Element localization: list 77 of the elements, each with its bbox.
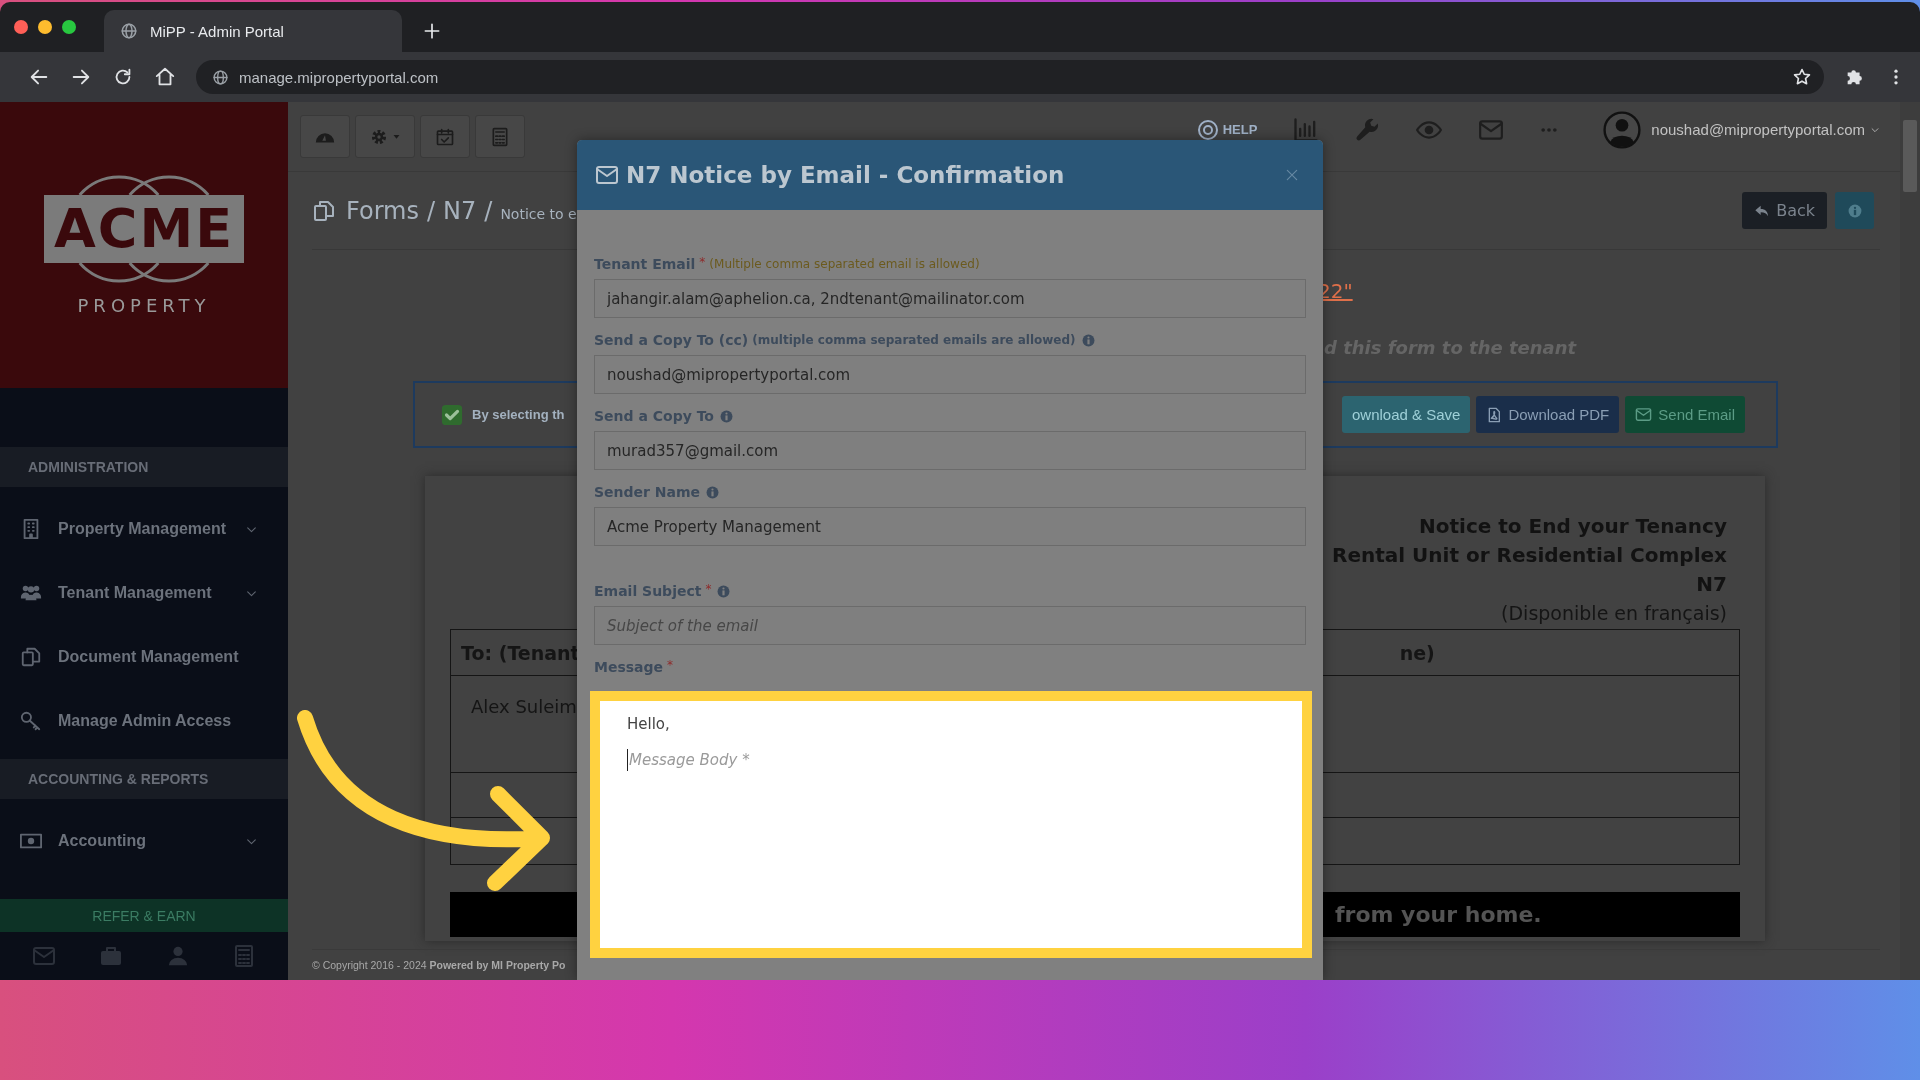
info-icon [1847,203,1862,218]
field-label: Sender Name [594,484,701,500]
message-placeholder: Message Body * [627,749,750,771]
calendar-check-icon [435,126,455,147]
logo-wordmark: ACME [53,198,234,259]
sidebar-item[interactable]: Tenant Management [0,561,288,625]
field-hint: (Multiple comma separated email is allowed) [709,257,980,271]
field-label: Email Subject [594,583,702,599]
input-field[interactable]: murad357@gmail.com [594,431,1306,470]
help-link[interactable]: HELP [1196,118,1258,141]
field-label: Tenant Email [594,256,696,272]
refer-earn-button[interactable]: REFER & EARN [0,899,288,932]
message-editor[interactable]: Hello, Message Body * [590,691,1312,958]
browser-tab[interactable]: MiPP - Admin Portal [104,10,402,52]
close-icon[interactable] [1285,168,1299,182]
send-email-button[interactable]: Send Email [1625,396,1745,433]
banner-text: from your home. [1335,902,1542,927]
download-save-button[interactable]: ownload & Save [1342,396,1471,433]
field-label: Send a Copy To [594,408,714,424]
download-pdf-button[interactable]: Download PDF [1476,396,1620,433]
consent-text: By selecting th [472,407,565,422]
calculator-icon [490,126,510,147]
lifebuoy-icon [1196,118,1219,141]
window-close-button[interactable] [14,20,28,34]
logo-tagline: PROPERTY [77,294,211,316]
user-icon[interactable] [166,945,189,967]
file-icon [1486,406,1503,423]
section-heading: ACCOUNTING & REPORTS [0,759,288,799]
breadcrumb-current: Notice to e [500,205,577,222]
calendar-button[interactable] [420,115,470,158]
caret-icon [392,132,401,141]
user-menu[interactable]: noushad@mipropertyportal.com [1651,121,1880,138]
section-heading: ADMINISTRATION [0,447,288,487]
modal-title: N7 Notice by Email - Confirmation [626,162,1065,188]
mail-icon [1635,406,1653,423]
globe-icon [120,22,138,40]
sidebar-item[interactable]: Accounting [0,809,288,873]
bookmark-star-icon[interactable] [1792,67,1812,87]
sidebar-item[interactable]: Property Management [0,497,288,561]
key-icon [20,710,42,732]
required-mark: * [705,582,712,596]
copyright-text: © Copyright 2016 - 2024 Powered by MI Property Po [312,959,566,971]
field-label: Send a Copy To (cc) [594,332,749,348]
breadcrumb-separator: / [426,196,436,225]
input-field[interactable]: Acme Property Management [594,507,1306,546]
window-zoom-button[interactable] [62,20,76,34]
settings-button[interactable] [355,115,415,158]
input-field[interactable]: jahangir.alam@aphelion.ca, 2ndtenant@mailinator.com [594,279,1306,318]
required-mark: * [667,658,674,672]
globe-icon [212,68,229,86]
mail-icon [594,163,620,187]
breadcrumb-separator: / [484,196,493,225]
mail-icon[interactable] [31,944,56,968]
briefcase-icon[interactable] [99,944,124,968]
breadcrumb-link[interactable]: Forms [346,196,419,225]
input-field[interactable]: Subject of the email [594,606,1306,645]
required-mark: * [699,255,706,269]
field-hint: (multiple comma separated emails are allowed) [752,333,1076,347]
sidebar-item[interactable]: Document Management [0,625,288,689]
window-minimize-button[interactable] [38,20,52,34]
home-icon[interactable] [154,66,176,88]
documents-icon [20,646,42,668]
message-text: Hello, [627,714,671,735]
checkbox[interactable] [441,403,463,426]
dashboard-button[interactable] [300,115,350,158]
calculator-button[interactable] [475,115,525,158]
sidebar-item[interactable]: Manage Admin Access [0,689,288,753]
new-tab-icon[interactable] [422,21,442,41]
address-bar[interactable]: manage.mipropertyportal.com [196,60,1824,94]
avatar-icon[interactable] [1603,110,1642,149]
scrollbar[interactable] [1900,102,1920,980]
documents-icon [312,198,336,223]
info-button[interactable] [1835,192,1874,229]
input-field[interactable]: noushad@mipropertyportal.com [594,355,1306,394]
breadcrumb-link[interactable]: N7 [443,196,477,225]
back-button[interactable]: Back [1742,192,1827,229]
field-label: Message [594,659,664,675]
